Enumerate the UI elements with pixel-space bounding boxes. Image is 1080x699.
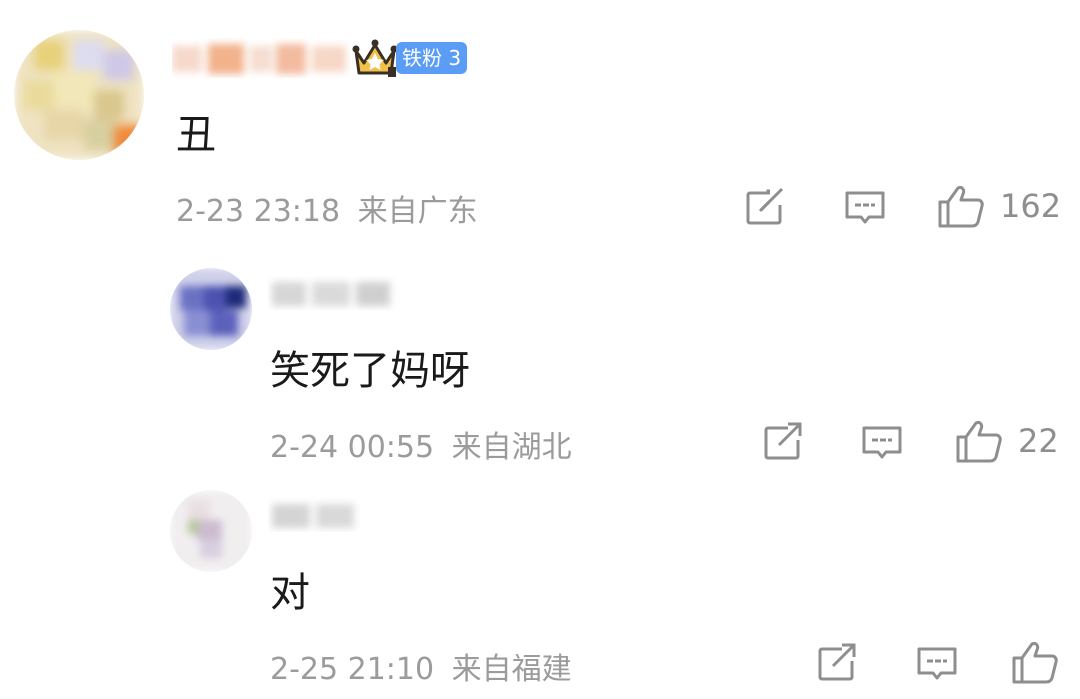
share-icon <box>746 187 786 225</box>
share-button[interactable] <box>762 422 806 462</box>
comment-meta: 2-24 00:55 来自湖北 <box>270 422 572 466</box>
like-button[interactable] <box>1010 640 1060 684</box>
thumb-up-icon <box>1012 642 1058 684</box>
username[interactable] <box>268 276 400 310</box>
avatar[interactable] <box>170 490 252 572</box>
share-button[interactable] <box>816 643 860 683</box>
comment-icon <box>845 191 885 224</box>
reply-button[interactable] <box>843 187 887 227</box>
comment-text: 丑 <box>176 112 216 158</box>
crown-icon <box>352 37 398 79</box>
share-icon <box>764 422 804 460</box>
share-button[interactable] <box>744 187 788 227</box>
like-button[interactable]: 162 <box>936 184 1061 228</box>
thumb-up-icon <box>938 186 984 228</box>
like-button[interactable]: 22 <box>954 419 1059 463</box>
share-icon <box>818 643 858 681</box>
username[interactable] <box>268 498 360 532</box>
comment-icon <box>862 426 902 459</box>
timestamp: 2-24 00:55 <box>270 430 435 465</box>
avatar[interactable] <box>14 30 144 160</box>
thumb-up-icon <box>956 421 1002 463</box>
reply-button[interactable] <box>860 422 904 462</box>
comment-icon <box>917 647 957 680</box>
like-count: 162 <box>1000 187 1062 225</box>
username[interactable] <box>172 38 350 78</box>
fan-level-badge: 铁粉 3 <box>396 42 468 74</box>
comment-meta: 2-23 23:18 来自广东 <box>176 186 478 230</box>
reply-button[interactable] <box>915 643 959 683</box>
comment-meta: 2-25 21:10 来自福建 <box>270 644 572 688</box>
comment-text: 对 <box>270 570 310 616</box>
comment-text: 笑死了妈呀 <box>270 348 470 394</box>
location: 来自湖北 <box>451 430 572 465</box>
avatar[interactable] <box>170 268 252 350</box>
location: 来自广东 <box>357 194 478 229</box>
timestamp: 2-25 21:10 <box>270 652 435 687</box>
like-count: 22 <box>1018 422 1059 460</box>
location: 来自福建 <box>451 652 572 687</box>
timestamp: 2-23 23:18 <box>176 194 341 229</box>
